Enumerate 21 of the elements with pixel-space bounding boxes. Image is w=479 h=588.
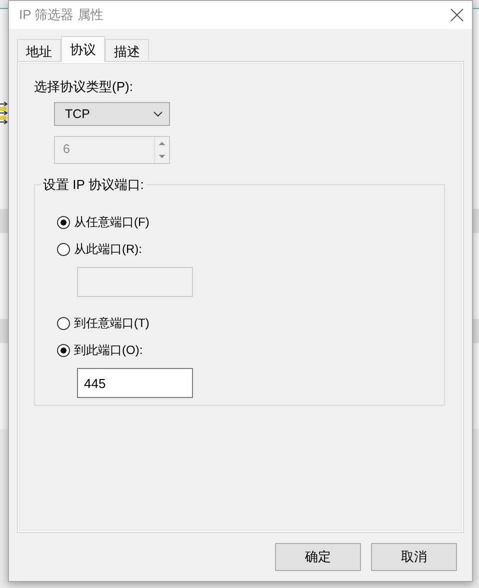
tab[interactable]: 地址 bbox=[17, 39, 61, 61]
dialog-button[interactable]: 取消 bbox=[371, 543, 457, 571]
tab[interactable]: 协议 bbox=[61, 36, 105, 62]
close-icon[interactable] bbox=[450, 8, 464, 22]
radio-button[interactable] bbox=[57, 216, 70, 228]
protocol-type-label: 选择协议类型(P): bbox=[34, 78, 134, 96]
dialog-button[interactable]: 确定 bbox=[275, 543, 361, 571]
radio-button[interactable] bbox=[57, 242, 70, 256]
radio-label: 从任意端口(F) bbox=[74, 214, 150, 230]
radio-button[interactable] bbox=[57, 316, 70, 330]
radio-label: 到此端口(O): bbox=[74, 342, 143, 358]
port-field[interactable]: 445 bbox=[77, 368, 193, 398]
protocol-dropdown[interactable]: TCP bbox=[54, 102, 170, 126]
radio-button[interactable] bbox=[57, 344, 70, 356]
tab[interactable]: 描述 bbox=[105, 39, 149, 61]
arrows-icon bbox=[0, 101, 8, 127]
group-title: 设置 IP 协议端口: bbox=[41, 176, 146, 194]
radio-label: 到任意端口(T) bbox=[74, 314, 150, 332]
window-title: IP 筛选器 属性 bbox=[19, 6, 104, 24]
radio-label: 从此端口(R): bbox=[74, 240, 142, 258]
caret-icon bbox=[153, 111, 163, 117]
